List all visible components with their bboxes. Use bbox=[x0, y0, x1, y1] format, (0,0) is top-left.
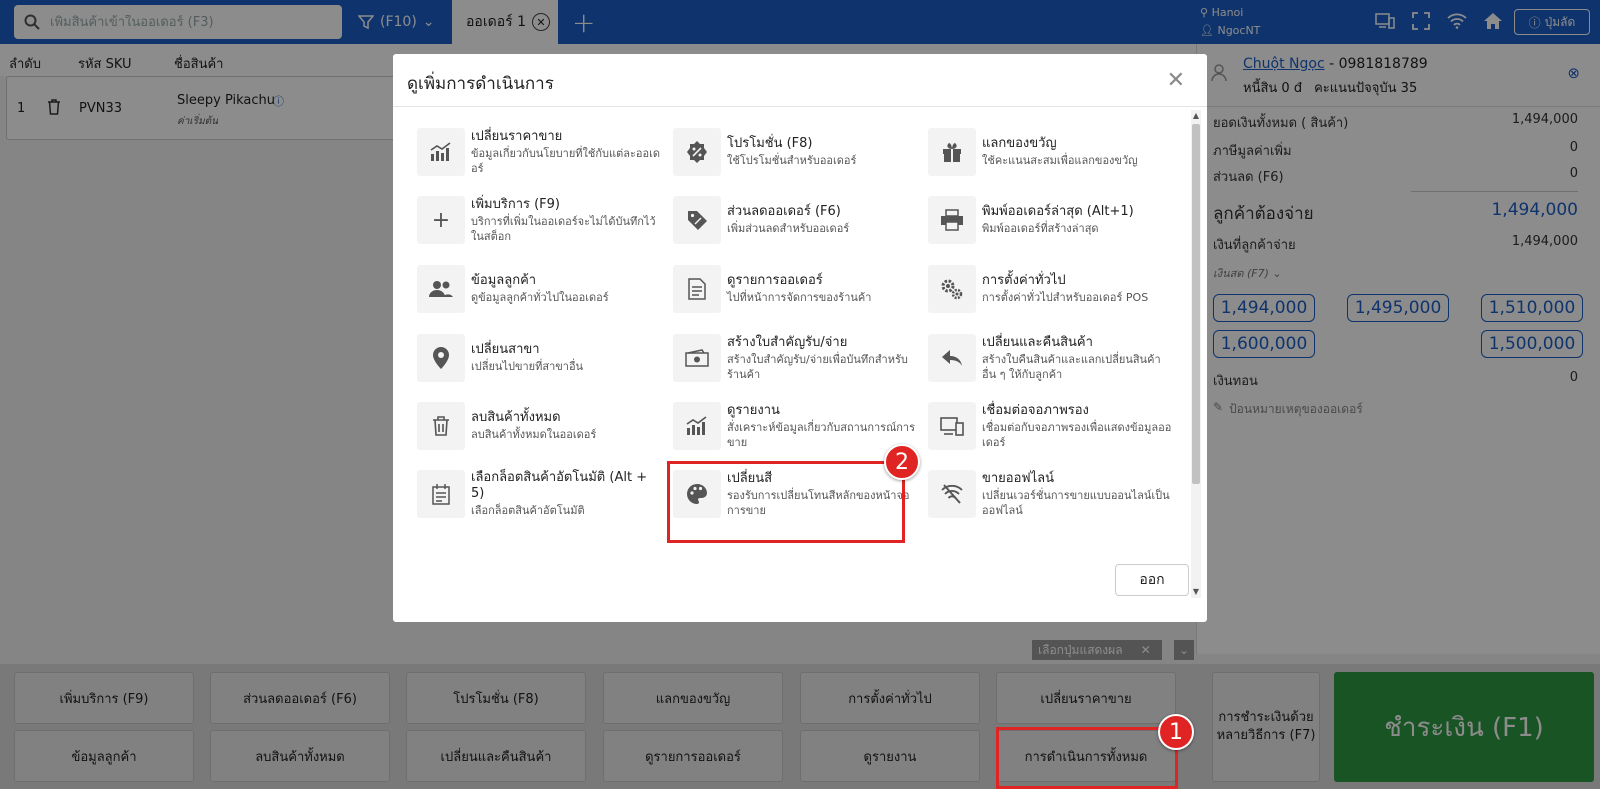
promo-icon bbox=[673, 128, 721, 176]
gears-icon bbox=[928, 265, 976, 313]
action-title: การตั้งค่าทั่วไป bbox=[982, 273, 1066, 288]
action-title: เชื่อมต่อจอภาพรอง bbox=[982, 402, 1089, 418]
action-general-settings[interactable]: การตั้งค่าทั่วไปการตั้งค่าทั่วไปสำหรับออ… bbox=[928, 261, 1174, 317]
step-marker: 2 bbox=[884, 444, 920, 480]
action-print-last[interactable]: พิมพ์ออเดอร์ล่าสุด (Alt+1) พิมพ์ออเดอร์ที… bbox=[928, 192, 1174, 248]
action-title: ส่วนลดออเดอร์ (F6) bbox=[727, 204, 841, 219]
report-chart-icon bbox=[673, 402, 721, 450]
action-view-report[interactable]: ดูรายงานสั่งเคราะห์ข้อมูลเกี่ยวกับสถานกา… bbox=[673, 398, 919, 454]
action-desc: ข้อมูลเกี่ยวกับนโยบายที่ใช้กับแต่ละออเดอ… bbox=[471, 146, 661, 175]
action-change-branch[interactable]: เปลี่ยนสาขาเปลี่ยนไปขายที่สาขาอื่น bbox=[417, 330, 663, 386]
users-icon bbox=[417, 265, 465, 313]
action-redeem-gift[interactable]: แลกของขวัญใช้คะแนนสะสมเพื่อแลกของขวัญ bbox=[928, 124, 1174, 180]
action-change-price[interactable]: เปลี่ยนราคาขายข้อมูลเกี่ยวกับนโยบายที่ใช… bbox=[417, 124, 663, 180]
action-offline-sale[interactable]: ขายออฟไลน์เปลี่ยนเวอร์ชั่นการขายแบบออนไล… bbox=[928, 466, 1174, 522]
action-desc: เปลี่ยนไปขายที่สาขาอื่น bbox=[471, 360, 584, 373]
action-desc: เพิ่มส่วนลดสำหรับออเดอร์ bbox=[727, 222, 850, 235]
close-icon[interactable]: ✕ bbox=[1167, 68, 1185, 93]
scroll-down-icon[interactable]: ▼ bbox=[1192, 587, 1200, 596]
plus-icon: + bbox=[417, 196, 465, 244]
more-actions-dialog: ดูเพิ่มการดำเนินการ ✕ เปลี่ยนราคาขายข้อม… bbox=[393, 54, 1207, 622]
trash-icon bbox=[417, 402, 465, 450]
action-desc: ดูข้อมูลลูกค้าทั่วไปในออเดอร์ bbox=[471, 291, 609, 304]
action-title: ข้อมูลลูกค้า bbox=[471, 273, 537, 288]
step-marker: 1 bbox=[1158, 714, 1194, 750]
action-title: สร้างใบสำคัญรับ/จ่าย bbox=[727, 334, 848, 350]
action-auto-batch[interactable]: เลือกล็อตสินค้าอัตโนมัติ (Alt + 5) เลือกล… bbox=[417, 466, 663, 522]
action-desc: รองรับการเปลี่ยนโทนสีหลักของหน้าจอการขาย bbox=[727, 488, 910, 517]
palette-icon bbox=[673, 470, 721, 518]
action-title: เปลี่ยนสาขา bbox=[471, 342, 540, 357]
action-desc: ลบสินค้าทั้งหมดในออเดอร์ bbox=[471, 428, 597, 441]
action-title: ดูรายงาน bbox=[727, 402, 780, 418]
batch-icon bbox=[417, 470, 465, 518]
action-customer-info[interactable]: ข้อมูลลูกค้าดูข้อมูลลูกค้าทั่วไปในออเดอร… bbox=[417, 261, 663, 317]
action-title: ดูรายการออเดอร์ bbox=[727, 273, 823, 288]
action-desc: สร้างใบคืนสินค้าและแลกเปลี่ยนสินค้าอื่น … bbox=[982, 352, 1161, 381]
action-create-voucher[interactable]: สร้างใบสำคัญรับ/จ่ายสร้างใบสำคัญรับ/จ่าย… bbox=[673, 330, 919, 386]
exit-button[interactable]: ออก bbox=[1115, 564, 1189, 596]
action-desc: เลือกล็อตสินค้าอัตโนมัติ bbox=[471, 504, 585, 517]
action-title: เพิ่มบริการ (F9) bbox=[471, 196, 560, 212]
action-title: เปลี่ยนราคาขาย bbox=[471, 128, 563, 144]
action-desc: เชื่อมต่อกับจอภาพรองเพื่อแสดงข้อมูลออเดอ… bbox=[982, 420, 1172, 449]
action-title: แลกของขวัญ bbox=[982, 136, 1057, 151]
printer-icon bbox=[928, 196, 976, 244]
cash-icon bbox=[673, 334, 721, 382]
action-desc: การตั้งค่าทั่วไปสำหรับออเดอร์ POS bbox=[982, 291, 1149, 304]
action-desc: บริการที่เพิ่มในออเดอร์จะไม่ได้บันทึกไว้… bbox=[471, 214, 656, 243]
action-desc: ใช้คะแนนสะสมเพื่อแลกของขวัญ bbox=[982, 154, 1138, 167]
scroll-up-icon[interactable]: ▲ bbox=[1192, 111, 1200, 120]
location-pin-icon bbox=[417, 334, 465, 382]
action-exchange-return[interactable]: เปลี่ยนและคืนสินค้าสร้างใบคืนสินค้าและแล… bbox=[928, 330, 1174, 386]
action-desc: สร้างใบสำคัญรับ/จ่ายเพื่อบันทึกสำหรับร้า… bbox=[727, 352, 908, 381]
action-desc: สั่งเคราะห์ข้อมูลเกี่ยวกับสถานการณ์การขา… bbox=[727, 420, 916, 449]
action-view-orders[interactable]: ดูรายการออเดอร์ไปที่หน้าการจัดการของร้าน… bbox=[673, 261, 919, 317]
action-title: พิมพ์ออเดอร์ล่าสุด (Alt+1) bbox=[982, 204, 1134, 219]
action-desc: พิมพ์ออเดอร์ที่สร้างล่าสุด bbox=[982, 222, 1099, 235]
gift-icon bbox=[928, 128, 976, 176]
devices-icon bbox=[928, 402, 976, 450]
action-second-display[interactable]: เชื่อมต่อจอภาพรองเชื่อมต่อกับจอภาพรองเพื… bbox=[928, 398, 1174, 454]
action-title: เปลี่ยนและคืนสินค้า bbox=[982, 334, 1093, 350]
action-desc: เปลี่ยนเวอร์ชั่นการขายแบบออนไลน์เป็นออฟไ… bbox=[982, 488, 1170, 517]
discount-tag-icon bbox=[673, 196, 721, 244]
dialog-title: ดูเพิ่มการดำเนินการ bbox=[407, 74, 554, 94]
action-promotion[interactable]: โปรโมชั่น (F8) ใช้โปรโมชั่นสำหรับออเดอร์ bbox=[673, 124, 919, 180]
action-title: เลือกล็อตสินค้าอัตโนมัติ (Alt + 5) bbox=[471, 470, 648, 501]
action-title: ลบสินค้าทั้งหมด bbox=[471, 410, 561, 425]
scrollbar-thumb[interactable] bbox=[1192, 124, 1200, 484]
wifi-off-icon bbox=[928, 470, 976, 518]
reply-icon bbox=[928, 334, 976, 382]
action-order-discount[interactable]: ส่วนลดออเดอร์ (F6) เพิ่มส่วนลดสำหรับออเดอ… bbox=[673, 192, 919, 248]
action-title: ขายออฟไลน์ bbox=[982, 470, 1055, 486]
document-icon bbox=[673, 265, 721, 313]
action-desc: ไปที่หน้าการจัดการของร้านค้า bbox=[727, 291, 872, 304]
action-delete-all[interactable]: ลบสินค้าทั้งหมดลบสินค้าทั้งหมดในออเดอร์ bbox=[417, 398, 663, 454]
action-desc: ใช้โปรโมชั่นสำหรับออเดอร์ bbox=[727, 154, 857, 167]
chart-icon bbox=[417, 128, 465, 176]
action-title: โปรโมชั่น (F8) bbox=[727, 136, 813, 151]
action-add-service[interactable]: + เพิ่มบริการ (F9) บริการที่เพิ่มในออเดอร… bbox=[417, 192, 663, 248]
action-change-color[interactable]: เปลี่ยนสี รองรับการเปลี่ยนโทนสีหลักของหน้… bbox=[673, 466, 919, 522]
